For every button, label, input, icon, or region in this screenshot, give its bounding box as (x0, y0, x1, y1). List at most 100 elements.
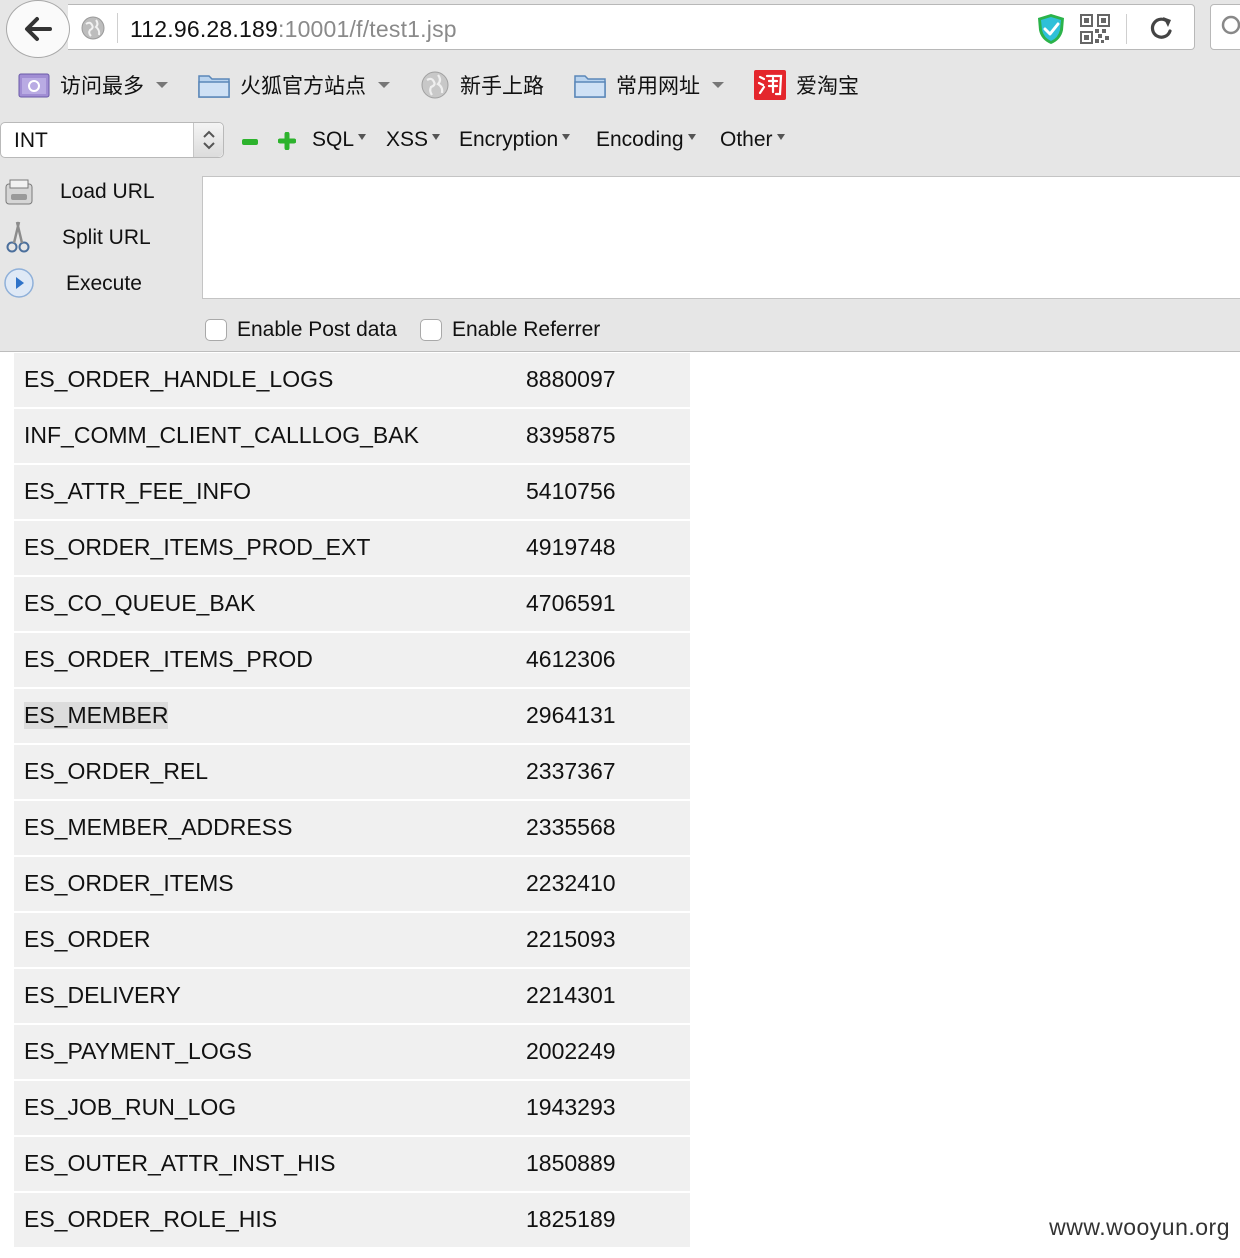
chevron-down-icon (712, 82, 724, 88)
table-name: ES_ORDER_ITEMS_PROD (24, 646, 313, 672)
scissors-icon (6, 221, 30, 253)
decrease-button[interactable] (242, 139, 258, 145)
table-name: ES_MEMBER (24, 702, 169, 729)
bookmark-label: 火狐官方站点 (240, 75, 366, 98)
dropdown-triangle-icon (432, 134, 441, 140)
load-url-icon (5, 179, 33, 205)
menu-label: SQL (312, 128, 355, 151)
table-row: ES_JOB_RUN_LOG 1943293 (14, 1081, 690, 1137)
back-arrow-icon (25, 17, 52, 41)
menu-other[interactable]: Other (720, 128, 785, 152)
action-label: Execute (66, 272, 142, 295)
url-input-area[interactable] (202, 176, 1240, 299)
table-row: ES_OUTER_ATTR_INST_HIS 1850889 (14, 1137, 690, 1193)
row-count: 2335568 (526, 814, 616, 840)
table-name: ES_PAYMENT_LOGS (24, 1038, 252, 1064)
menu-xss[interactable]: XSS (386, 128, 441, 152)
qr-code-icon[interactable] (1080, 14, 1110, 44)
back-button[interactable] (6, 0, 70, 58)
globe-icon (421, 71, 449, 99)
table-name: ES_CO_QUEUE_BAK (24, 590, 256, 616)
row-count: 2214301 (526, 982, 616, 1008)
increase-button[interactable] (278, 132, 296, 150)
row-count: 8395875 (526, 422, 616, 448)
table-row: ES_ORDER_ITEMS_PROD 4612306 (14, 633, 690, 689)
row-count: 2002249 (526, 1038, 616, 1064)
row-count: 1850889 (526, 1150, 616, 1176)
bookmark-taobao[interactable]: 爱淘宝 (754, 70, 859, 100)
table-name: ES_JOB_RUN_LOG (24, 1094, 237, 1120)
chevron-down-icon (378, 82, 390, 88)
checkbox-label: Enable Post data (237, 318, 397, 341)
table-name: ES_DELIVERY (24, 982, 181, 1008)
search-bar[interactable] (1210, 4, 1240, 50)
select-stepper[interactable] (193, 123, 223, 157)
bookmark-most-visited[interactable]: 访问最多 (18, 70, 168, 100)
row-count: 5410756 (526, 478, 616, 504)
table-name: ES_ORDER_ITEMS (24, 870, 234, 896)
dropdown-triangle-icon (358, 134, 367, 140)
watermark: www.wooyun.org (1049, 1214, 1230, 1240)
split-url-button[interactable]: Split URL (0, 220, 190, 256)
navigation-bar: 112.96.28.189:10001/f/test1.jsp (0, 0, 1240, 58)
table-name: ES_ORDER_ITEMS_PROD_EXT (24, 534, 371, 560)
table-name: ES_OUTER_ATTR_INST_HIS (24, 1150, 336, 1176)
url-divider (117, 13, 118, 43)
folder-icon (574, 75, 606, 98)
table-row: ES_ATTR_FEE_INFO 5410756 (14, 465, 690, 521)
url-text[interactable]: 112.96.28.189:10001/f/test1.jsp (130, 16, 457, 43)
taobao-icon (754, 70, 786, 100)
dropdown-triangle-icon (776, 134, 785, 140)
table-row: ES_ORDER_ITEMS 2232410 (14, 857, 690, 913)
url-path: :10001/f/test1.jsp (277, 16, 457, 42)
shield-check-icon[interactable] (1036, 13, 1066, 45)
bookmark-label: 常用网址 (616, 75, 700, 98)
row-count: 2215093 (526, 926, 616, 952)
bookmarks-toolbar: 访问最多 火狐官方站点 新手上路 常用网址 爱淘宝 (0, 58, 1240, 112)
bookmark-label: 新手上路 (460, 75, 544, 98)
row-count: 2232410 (526, 870, 616, 896)
row-count: 2337367 (526, 758, 616, 784)
action-label: Load URL (60, 180, 155, 203)
table-row: ES_ORDER_ITEMS_PROD_EXT 4919748 (14, 521, 690, 577)
address-bar[interactable]: 112.96.28.189:10001/f/test1.jsp (68, 4, 1195, 50)
table-name: ES_ORDER_HANDLE_LOGS (24, 366, 334, 392)
table-name: ES_ORDER (24, 926, 151, 952)
enable-post-data-checkbox[interactable]: Enable Post data (205, 318, 397, 342)
dropdown-triangle-icon (562, 134, 571, 140)
bookmark-common-sites[interactable]: 常用网址 (574, 70, 724, 100)
load-url-button[interactable]: Load URL (0, 174, 190, 210)
checkbox-box[interactable] (205, 319, 227, 341)
action-label: Split URL (62, 226, 151, 249)
menu-sql[interactable]: SQL (312, 128, 367, 152)
bookmark-getting-started[interactable]: 新手上路 (420, 70, 544, 100)
menu-encryption[interactable]: Encryption (459, 128, 571, 152)
menu-label: Encoding (596, 128, 684, 151)
table-name: ES_MEMBER_ADDRESS (24, 814, 293, 840)
row-count: 4612306 (526, 646, 616, 672)
execute-button[interactable]: Execute (0, 266, 190, 302)
table-row: ES_DELIVERY 2214301 (14, 969, 690, 1025)
folder-icon (198, 75, 230, 98)
table-row: INF_COMM_CLIENT_CALLLOG_BAK 8395875 (14, 409, 690, 465)
table-name: INF_COMM_CLIENT_CALLLOG_BAK (24, 422, 419, 448)
results-table: ES_ORDER_HANDLE_LOGS 8880097 INF_COMM_CLIE… (14, 353, 690, 1249)
table-row: ES_ORDER_HANDLE_LOGS 8880097 (14, 353, 690, 409)
reload-icon[interactable] (1146, 14, 1176, 44)
menu-encoding[interactable]: Encoding (596, 128, 696, 152)
table-row: ES_ORDER_ROLE_HIS 1825189 (14, 1193, 690, 1249)
checkbox-box[interactable] (420, 319, 442, 341)
dropdown-triangle-icon (687, 134, 696, 140)
table-row: ES_PAYMENT_LOGS 2002249 (14, 1025, 690, 1081)
bookmark-firefox-sites[interactable]: 火狐官方站点 (198, 70, 390, 100)
hackbar-panel: Load URL Split URL Execute Enable Post d… (0, 172, 1240, 352)
table-name: ES_ORDER_ROLE_HIS (24, 1206, 278, 1232)
table-row: ES_MEMBER_ADDRESS 2335568 (14, 801, 690, 857)
type-select-value: INT (14, 129, 48, 152)
row-count: 8880097 (526, 366, 616, 392)
globe-icon (81, 16, 105, 40)
type-select[interactable]: INT (0, 122, 224, 158)
row-count: 2964131 (526, 702, 616, 728)
enable-referrer-checkbox[interactable]: Enable Referrer (420, 318, 600, 342)
checkbox-label: Enable Referrer (452, 318, 601, 341)
